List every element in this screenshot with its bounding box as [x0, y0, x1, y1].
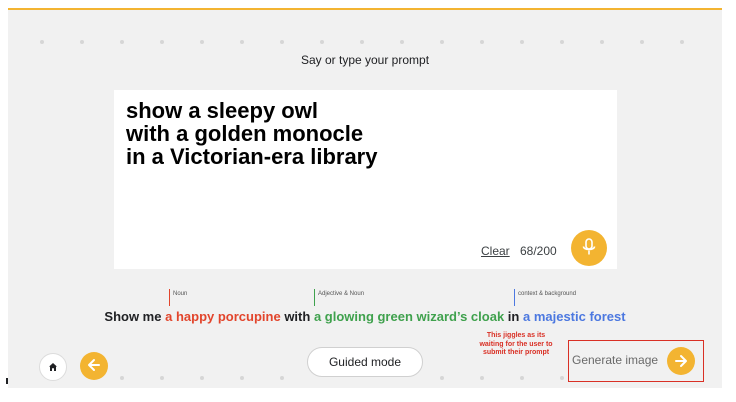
prompt-screen: Say or type your prompt show a sleepy ow… — [8, 8, 722, 388]
example-noun: a happy porcupine — [165, 309, 281, 324]
generate-image-label: Generate image — [572, 353, 659, 367]
example-sentence: Show me a happy porcupine with a glowing… — [8, 309, 722, 324]
prompt-line: show a sleepy owl — [126, 98, 318, 123]
prompt-text[interactable]: show a sleepy owl with a golden monocle … — [126, 99, 377, 168]
character-counter: 68/200 — [520, 244, 557, 258]
example-context: a majestic forest — [522, 309, 626, 324]
prompt-textbox[interactable]: show a sleepy owl with a golden monocle … — [114, 90, 617, 269]
guided-mode-button[interactable]: Guided mode — [307, 347, 423, 377]
clear-button[interactable]: Clear — [481, 244, 510, 258]
example-in: in — [507, 309, 520, 324]
example-with: with — [284, 309, 311, 324]
home-icon — [48, 360, 58, 375]
back-button[interactable] — [80, 352, 108, 380]
arrow-left-icon — [87, 358, 101, 375]
microphone-icon — [582, 237, 596, 259]
microphone-button[interactable] — [571, 230, 607, 266]
example-adjective-noun: a glowing green wizard’s cloak — [313, 309, 505, 324]
jiggle-annotation: This jiggles as its waiting for the user… — [479, 332, 553, 356]
prompt-line: with a golden monocle — [126, 121, 364, 146]
arrow-right-icon — [667, 347, 695, 375]
prompt-line: in a Victorian-era library — [126, 144, 378, 169]
window-edge-mark — [6, 378, 8, 384]
example-prefix: Show me — [104, 309, 162, 324]
generate-image-button[interactable]: Generate image — [570, 342, 700, 380]
page-title: Say or type your prompt — [300, 53, 430, 67]
home-button[interactable] — [39, 353, 67, 381]
